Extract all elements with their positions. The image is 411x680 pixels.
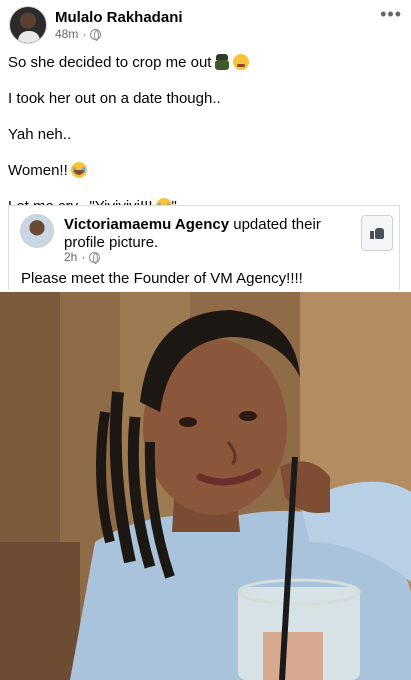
globe-icon [89, 251, 101, 264]
shared-post-card[interactable]: Victoriamaemu Agency updated their profi… [8, 205, 400, 290]
meta-separator: · [82, 27, 87, 41]
photo-illustration [0, 292, 411, 680]
shared-meta: 2h · [64, 250, 101, 264]
post-line-2: I took her out on a date though.. [8, 90, 221, 107]
spy-emoji-icon [214, 54, 230, 70]
shared-page-name[interactable]: Victoriamaemu Agency [64, 216, 229, 233]
post-line-1: So she decided to crop me out [8, 53, 403, 73]
globe-icon [90, 28, 102, 41]
shared-post-header: Victoriamaemu Agency updated their profi… [64, 216, 354, 252]
like-page-button[interactable] [361, 215, 393, 251]
woozy-face-emoji-icon [233, 54, 250, 70]
post-meta: 48m · [55, 27, 102, 41]
author-name[interactable]: Mulalo Rakhadani [55, 9, 183, 26]
thumbs-up-icon [370, 227, 384, 239]
shared-separator: · [81, 250, 86, 264]
shared-time[interactable]: 2h [64, 250, 77, 264]
post-line-4: Women!! [8, 161, 403, 181]
more-options-button[interactable]: ••• [380, 5, 402, 23]
post-line-3: Yah neh.. [8, 126, 72, 143]
post-header: Mulalo Rakhadani 48m · ••• [0, 0, 411, 50]
author-avatar[interactable] [9, 6, 47, 44]
crying-face-emoji-icon [70, 162, 87, 178]
shared-page-avatar[interactable] [20, 214, 54, 248]
post-time[interactable]: 48m [55, 27, 78, 41]
shared-caption: Please meet the Founder of VM Agency!!!! [21, 270, 303, 287]
shared-photo[interactable] [0, 292, 411, 680]
